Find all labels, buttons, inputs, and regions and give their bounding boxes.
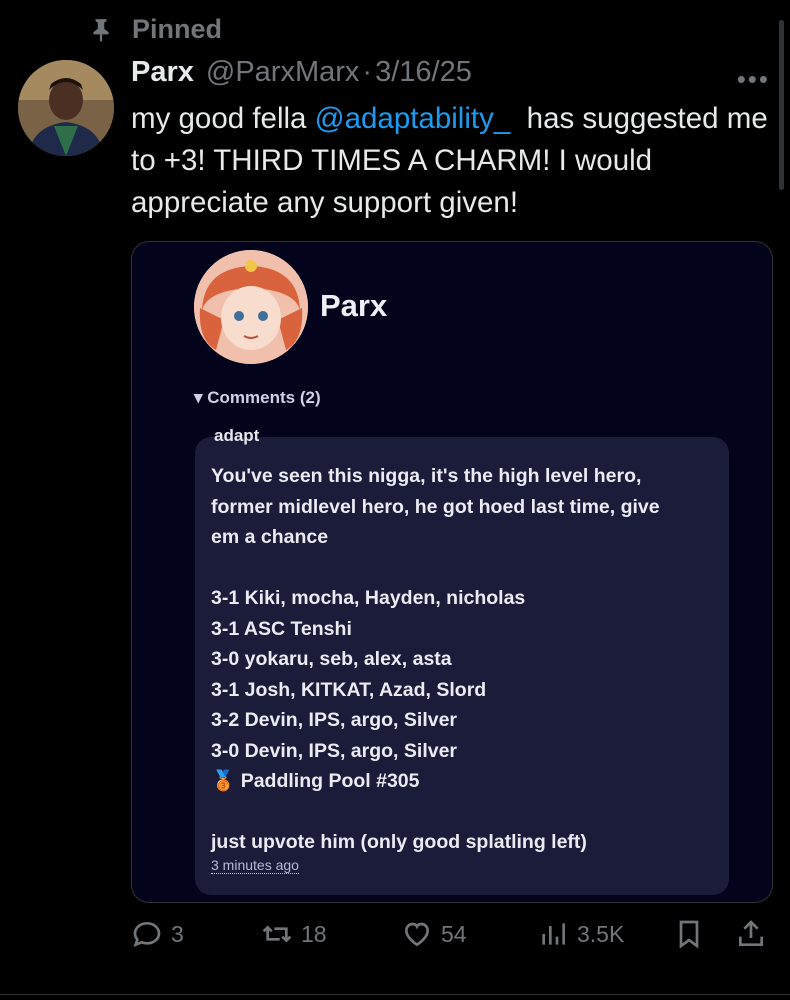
bookmark-icon xyxy=(679,920,699,949)
pinned-indicator: Pinned xyxy=(88,14,222,45)
analytics-icon xyxy=(542,923,565,945)
like-count: 54 xyxy=(441,920,467,947)
comment-text: You've seen this nigga, it's the high le… xyxy=(211,465,660,853)
author-handle[interactable]: @ParxMarx xyxy=(206,56,360,89)
share-button[interactable] xyxy=(735,918,775,950)
tweet-header: Parx @ParxMarx · 3/16/25 xyxy=(131,56,472,89)
tweet-text: my good fella @adaptability_ has suggest… xyxy=(131,98,781,224)
comment-box: You've seen this nigga, it's the high le… xyxy=(195,437,729,895)
action-bar: 3 18 54 3.5K xyxy=(131,918,771,958)
author-name[interactable]: Parx xyxy=(131,56,194,89)
heart-icon xyxy=(404,922,430,947)
repost-icon xyxy=(262,925,292,943)
pinned-label: Pinned xyxy=(132,14,223,44)
tweet-date[interactable]: 3/16/25 xyxy=(375,56,472,89)
comment-timestamp: 3 minutes ago xyxy=(211,857,299,874)
share-icon xyxy=(739,920,763,946)
reply-button[interactable]: 3 xyxy=(131,918,184,950)
views-count: 3.5K xyxy=(577,920,625,947)
card-profile-name: Parx xyxy=(320,288,388,323)
reply-count: 3 xyxy=(171,920,184,947)
like-button[interactable]: 54 xyxy=(401,918,467,950)
attached-image[interactable]: Parx ▾ Comments (2) You've seen this nig… xyxy=(131,241,773,903)
repost-button[interactable]: 18 xyxy=(261,918,327,950)
reply-icon xyxy=(133,921,161,947)
author-avatar[interactable] xyxy=(18,60,114,156)
comment-author: adapt xyxy=(214,426,260,445)
tweet-text-part1: my good fella xyxy=(131,102,315,135)
comments-toggle: ▾ Comments (2) xyxy=(194,388,321,407)
bookmark-button[interactable] xyxy=(673,918,713,950)
repost-count: 18 xyxy=(301,920,327,947)
pin-icon xyxy=(93,18,109,42)
card-profile-avatar xyxy=(194,250,308,364)
mention-link[interactable]: @adaptability_ xyxy=(315,102,511,135)
separator-dot: · xyxy=(362,56,373,88)
views-button[interactable]: 3.5K xyxy=(537,918,624,950)
divider xyxy=(0,994,790,995)
more-options-icon[interactable]: ••• xyxy=(737,64,770,95)
